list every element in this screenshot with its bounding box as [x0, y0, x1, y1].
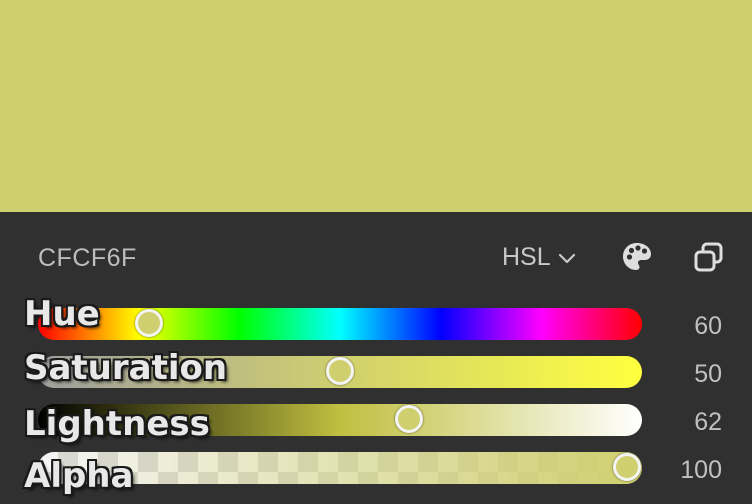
hue-value[interactable]: 60 [652, 312, 722, 341]
hue-thumb[interactable] [134, 309, 163, 337]
hue-slider[interactable] [38, 308, 642, 340]
lightness-slider[interactable] [38, 404, 642, 436]
copy-button[interactable] [692, 240, 726, 274]
saturation-thumb[interactable] [326, 357, 354, 385]
lightness-value[interactable]: 62 [652, 408, 722, 437]
saturation-value[interactable]: 50 [652, 360, 722, 389]
color-mode-label: HSL [502, 243, 551, 271]
alpha-slider[interactable] [38, 452, 642, 484]
alpha-value[interactable]: 100 [652, 456, 722, 485]
chevron-down-icon [558, 253, 575, 263]
copy-icon [694, 242, 723, 272]
alpha-thumb[interactable] [613, 453, 641, 481]
lightness-thumb[interactable] [394, 405, 423, 433]
controls-panel: CFCF6F HSL Hue 60 Saturation 50 Lightnes… [0, 212, 752, 504]
hue-track [38, 308, 642, 340]
alpha-track [38, 452, 642, 484]
hex-value[interactable]: CFCF6F [38, 244, 137, 273]
color-picker: CFCF6F HSL Hue 60 Saturation 50 Lightnes… [0, 0, 752, 504]
color-preview [0, 0, 752, 212]
palette-button[interactable] [620, 240, 654, 274]
palette-icon [623, 243, 651, 270]
lightness-track [38, 404, 642, 436]
color-mode-select[interactable]: HSL [502, 243, 577, 272]
